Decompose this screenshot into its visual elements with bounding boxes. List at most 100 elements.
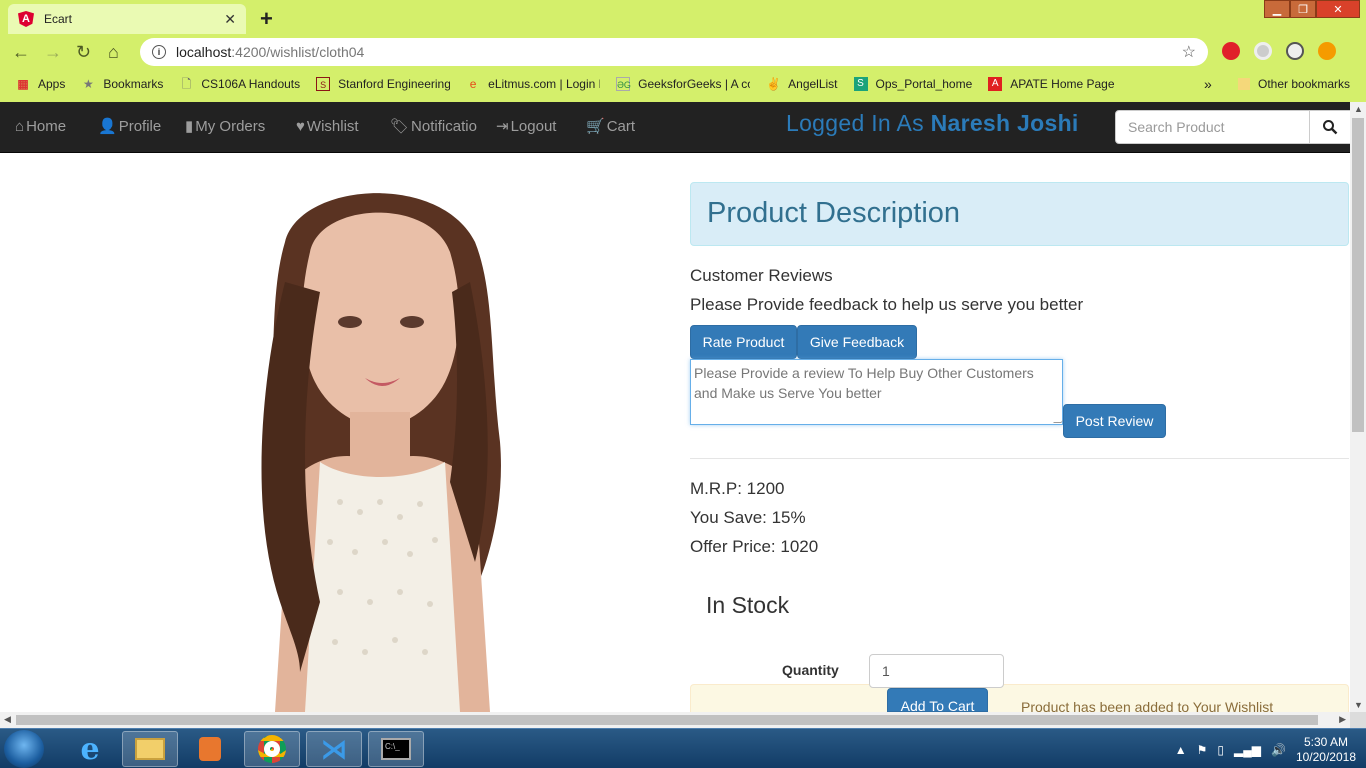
bookmark-apps[interactable]: ▦ Apps bbox=[16, 77, 65, 91]
search-button[interactable] bbox=[1309, 110, 1351, 144]
nav-profile[interactable]: 👤 Profile bbox=[98, 102, 161, 152]
scroll-thumb[interactable] bbox=[16, 715, 1318, 725]
opera-extension-icon[interactable] bbox=[1222, 42, 1240, 60]
horizontal-scrollbar[interactable]: ◀ ▶ bbox=[0, 712, 1350, 728]
page-icon: 🗋 bbox=[181, 77, 192, 91]
bookmark-stanford[interactable]: S Stanford Engineering bbox=[316, 77, 450, 91]
wishlist-message: Product has been added to Your Wishlist bbox=[1021, 699, 1274, 712]
give-feedback-button[interactable]: Give Feedback bbox=[797, 325, 917, 359]
gfg-icon: ƏG bbox=[616, 77, 631, 91]
nav-wishlist[interactable]: ♥ Wishlist bbox=[296, 102, 359, 152]
extension-icon[interactable] bbox=[1254, 42, 1272, 60]
product-description-panel: Product Description bbox=[690, 182, 1349, 246]
nav-cart[interactable]: 🛒 Cart bbox=[586, 102, 635, 152]
other-bookmarks[interactable]: Other bookmarks bbox=[1238, 77, 1350, 91]
elitmus-icon: e bbox=[469, 77, 477, 91]
bookmark-star-icon[interactable]: ☆ bbox=[1182, 42, 1196, 62]
start-button[interactable] bbox=[4, 730, 44, 768]
address-bar[interactable]: i localhost :4200/wishlist/cloth04 ☆ bbox=[140, 38, 1208, 66]
user-name: Naresh Joshi bbox=[930, 110, 1079, 136]
clock[interactable]: 5:30 AM 10/20/2018 bbox=[1296, 735, 1356, 765]
nav-notifications[interactable]: 🏷 Notificatio bbox=[390, 102, 477, 152]
you-save: You Save: 15% bbox=[690, 508, 806, 527]
command-prompt-icon[interactable]: C:\_ bbox=[368, 731, 424, 767]
scroll-up-icon[interactable]: ▲ bbox=[1354, 104, 1363, 114]
show-hidden-icons-icon[interactable]: ▲ bbox=[1175, 743, 1187, 757]
stock-status: In Stock bbox=[706, 592, 790, 618]
file-explorer-icon[interactable] bbox=[122, 731, 178, 767]
ops-icon: S bbox=[853, 77, 868, 91]
minimize-icon[interactable]: ▁ bbox=[1264, 0, 1290, 18]
browser-chrome: A Ecart ✕ + ▁ ❐ ✕ ← → ↻ ⌂ i localhost :4… bbox=[0, 0, 1366, 102]
bookmark-apate[interactable]: A APATE Home Page bbox=[988, 77, 1115, 91]
extensions bbox=[1222, 42, 1336, 60]
product-image bbox=[190, 182, 570, 712]
bookmark-bookmarks[interactable]: ★ Bookmarks bbox=[81, 77, 163, 91]
info-icon[interactable]: i bbox=[152, 45, 166, 59]
rate-product-button[interactable]: Rate Product bbox=[690, 325, 797, 359]
device-icon[interactable]: ▯ bbox=[1217, 743, 1224, 757]
angellist-icon: ✌ bbox=[766, 77, 782, 91]
search-input[interactable]: Search Product bbox=[1115, 110, 1310, 144]
bookmark-cs106a[interactable]: 🗋 CS106A Handouts bbox=[179, 77, 301, 91]
bookmark-elitmus[interactable]: e eLitmus.com | Login F bbox=[466, 77, 600, 91]
windows-taskbar: e ⋊ C:\_ ▲ ⚑ ▯ ▂▄▆ 🔊 5:30 AM 10/20/2018 bbox=[0, 728, 1366, 768]
home-icon[interactable]: ⌂ bbox=[108, 42, 119, 63]
book-icon: ▮ bbox=[185, 118, 194, 135]
reload-icon[interactable]: ↻ bbox=[76, 42, 91, 63]
logged-in-user: Logged In As Naresh Joshi bbox=[786, 110, 1079, 136]
internet-explorer-icon[interactable]: e bbox=[62, 731, 118, 767]
browser-tab[interactable]: A Ecart ✕ bbox=[8, 4, 246, 34]
chrome-icon[interactable] bbox=[244, 731, 300, 767]
reviews-heading: Customer Reviews bbox=[690, 266, 833, 285]
action-center-flag-icon[interactable]: ⚑ bbox=[1197, 743, 1208, 757]
scroll-thumb[interactable] bbox=[1352, 118, 1364, 432]
tags-icon: 🏷 bbox=[390, 118, 410, 135]
review-textarea[interactable]: Please Provide a review To Help Buy Othe… bbox=[690, 359, 1069, 425]
bookmark-gfg[interactable]: ƏG GeeksforGeeks | A co bbox=[616, 77, 750, 91]
offer-price: Offer Price: 1020 bbox=[690, 537, 819, 556]
alert-extension-icon[interactable] bbox=[1318, 42, 1336, 60]
logout-icon: ⇥ bbox=[496, 118, 509, 135]
scroll-left-icon[interactable]: ◀ bbox=[4, 714, 11, 725]
post-review-button[interactable]: Post Review bbox=[1063, 404, 1166, 438]
angular-favicon-icon: A bbox=[18, 11, 34, 27]
clock-date: 10/20/2018 bbox=[1295, 750, 1356, 764]
scroll-down-icon[interactable]: ▼ bbox=[1354, 700, 1363, 710]
more-bookmarks-icon[interactable]: » bbox=[1204, 76, 1212, 92]
scroll-right-icon[interactable]: ▶ bbox=[1339, 714, 1346, 725]
system-tray: ▲ ⚑ ▯ ▂▄▆ 🔊 5:30 AM 10/20/2018 bbox=[1175, 735, 1356, 765]
back-icon[interactable]: ← bbox=[12, 42, 30, 63]
search-icon bbox=[1323, 120, 1338, 135]
vscode-icon[interactable]: ⋊ bbox=[306, 731, 362, 767]
apate-icon: A bbox=[988, 77, 1003, 91]
scrollbar-corner bbox=[1350, 712, 1366, 728]
wishlist-alert: Product has been added to Your Wishlist bbox=[690, 684, 1349, 712]
window-close-icon[interactable]: ✕ bbox=[1316, 0, 1360, 18]
media-player-icon[interactable] bbox=[182, 731, 238, 767]
volume-icon[interactable]: 🔊 bbox=[1271, 743, 1286, 757]
new-tab-icon[interactable]: + bbox=[260, 6, 273, 32]
maximize-icon[interactable]: ❐ bbox=[1290, 0, 1316, 18]
stanford-icon: S bbox=[316, 77, 331, 91]
nav-my-orders[interactable]: ▮ My Orders bbox=[185, 102, 265, 152]
bookmark-ops-portal[interactable]: S Ops_Portal_home bbox=[853, 77, 972, 91]
apps-grid-icon: ▦ bbox=[17, 77, 29, 91]
add-to-cart-button[interactable]: Add To Cart bbox=[887, 688, 988, 714]
extension-icon[interactable] bbox=[1286, 42, 1304, 60]
forward-icon[interactable]: → bbox=[44, 42, 62, 63]
nav-home[interactable]: ⌂ Home bbox=[15, 102, 66, 152]
network-signal-icon[interactable]: ▂▄▆ bbox=[1234, 743, 1261, 757]
url-host: localhost bbox=[176, 44, 232, 60]
clock-time: 5:30 AM bbox=[1303, 735, 1348, 749]
nav-logout[interactable]: ⇥ Logout bbox=[496, 102, 556, 152]
bookmark-angellist[interactable]: ✌ AngelList bbox=[766, 77, 837, 91]
url-path: :4200/wishlist/cloth04 bbox=[231, 44, 365, 60]
star-icon: ★ bbox=[82, 77, 94, 91]
close-tab-icon[interactable]: ✕ bbox=[224, 11, 236, 28]
panel-title: Product Description bbox=[707, 197, 961, 229]
quantity-input[interactable]: 1 bbox=[869, 654, 1004, 688]
vertical-scrollbar[interactable]: ▲ ▼ bbox=[1350, 102, 1366, 712]
cart-icon: 🛒 bbox=[586, 118, 605, 135]
bookmarks-bar: ▦ Apps ★ Bookmarks 🗋 CS106A Handouts S Stanf… bbox=[0, 72, 1366, 96]
